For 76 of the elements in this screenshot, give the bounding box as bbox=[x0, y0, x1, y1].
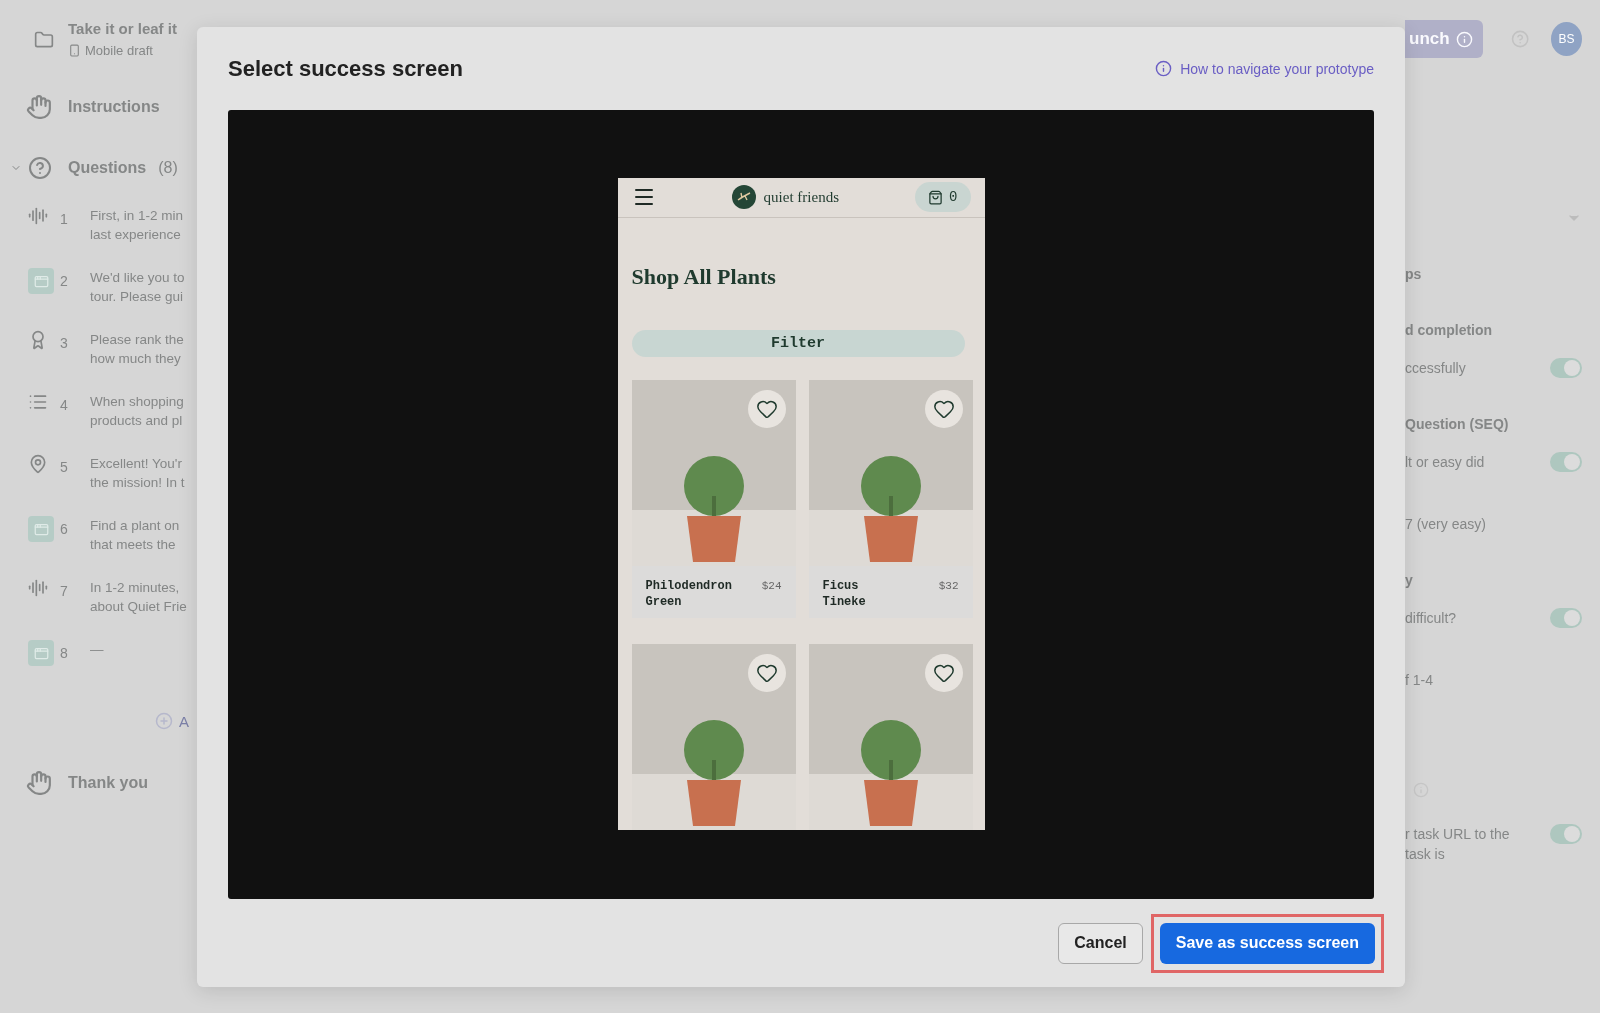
pin-icon bbox=[28, 454, 48, 474]
settings-heading: Question (SEQ) bbox=[1405, 415, 1509, 434]
question-text[interactable]: Excellent! You'r the mission! In t bbox=[90, 454, 197, 492]
settings-heading: ps bbox=[1405, 265, 1422, 284]
bag-icon bbox=[928, 189, 944, 205]
cancel-button[interactable]: Cancel bbox=[1058, 922, 1143, 964]
product-price: $32 bbox=[938, 579, 959, 594]
question-number: 3 bbox=[60, 335, 69, 351]
section-title[interactable]: Instructions bbox=[68, 98, 160, 116]
task-icon bbox=[28, 268, 54, 294]
question-text[interactable]: Find a plant on that meets the bbox=[90, 516, 197, 554]
question-text[interactable]: — bbox=[90, 640, 197, 659]
section-title[interactable]: Thank you bbox=[68, 774, 148, 792]
question-count: (8) bbox=[158, 159, 178, 177]
cart-button[interactable]: 0 bbox=[915, 182, 971, 213]
product-name: Philodendron Green bbox=[645, 578, 732, 611]
project-title: Take it or leaf it bbox=[68, 20, 177, 37]
toggle-switch[interactable] bbox=[1550, 824, 1582, 844]
waving-hand-icon bbox=[26, 94, 52, 120]
audio-icon bbox=[28, 578, 48, 598]
question-text[interactable]: First, in 1-2 min last experience bbox=[90, 206, 197, 244]
question-text[interactable]: We'd like you to tour. Please gui bbox=[90, 268, 197, 306]
favorite-button[interactable] bbox=[924, 654, 963, 692]
phone-icon bbox=[68, 44, 81, 57]
question-icon bbox=[28, 156, 52, 180]
question-number: 5 bbox=[60, 459, 69, 475]
question-number: 7 bbox=[60, 583, 69, 599]
dialog-title: Select success screen bbox=[228, 55, 463, 82]
folder-icon[interactable] bbox=[34, 30, 54, 50]
settings-label: lt or easy did bbox=[1405, 453, 1485, 472]
audio-icon bbox=[28, 206, 48, 226]
add-link[interactable]: A bbox=[179, 712, 189, 730]
question-number: 8 bbox=[60, 645, 69, 661]
settings-heading: y bbox=[1405, 571, 1413, 590]
heart-icon bbox=[932, 398, 955, 420]
task-icon bbox=[28, 640, 54, 666]
toggle-switch[interactable] bbox=[1550, 452, 1582, 472]
launch-button[interactable]: unch bbox=[1405, 20, 1483, 58]
draft-label: Mobile draft bbox=[85, 43, 153, 58]
settings-label: difficult? bbox=[1405, 609, 1457, 628]
waving-hand-icon bbox=[26, 770, 52, 796]
question-text[interactable]: Please rank the how much they bbox=[90, 330, 197, 368]
heart-icon bbox=[755, 398, 778, 420]
toggle-switch[interactable] bbox=[1550, 358, 1582, 378]
help-link[interactable]: How to navigate your prototype bbox=[1180, 60, 1374, 77]
page-heading: Shop All Plants bbox=[631, 263, 777, 290]
product-name: Ficus Tineke bbox=[822, 578, 866, 611]
question-text[interactable]: When shopping products and pl bbox=[90, 392, 197, 430]
heart-icon bbox=[932, 662, 955, 684]
info-icon bbox=[1155, 60, 1173, 77]
brand-name: quiet friends bbox=[763, 188, 839, 206]
favorite-button[interactable] bbox=[747, 390, 786, 428]
info-icon bbox=[1455, 30, 1473, 48]
product-price: $24 bbox=[761, 579, 782, 594]
add-icon[interactable] bbox=[155, 712, 173, 730]
settings-text: f 1-4 bbox=[1405, 671, 1433, 690]
list-icon bbox=[28, 392, 48, 412]
question-number: 2 bbox=[60, 273, 69, 289]
toggle-switch[interactable] bbox=[1550, 608, 1582, 628]
task-icon bbox=[28, 516, 54, 542]
favorite-button[interactable] bbox=[747, 654, 786, 692]
settings-label: ccessfully bbox=[1405, 359, 1466, 378]
question-number: 1 bbox=[60, 211, 69, 227]
filter-button[interactable]: Filter bbox=[631, 329, 965, 357]
question-number: 4 bbox=[60, 397, 69, 413]
settings-heading: d completion bbox=[1405, 321, 1493, 340]
settings-label: r task URL to the task is bbox=[1405, 825, 1510, 864]
leaf-logo-icon bbox=[731, 185, 756, 210]
question-number: 6 bbox=[60, 521, 69, 537]
heart-icon bbox=[755, 662, 778, 684]
favorite-button[interactable] bbox=[924, 390, 963, 428]
save-button[interactable]: Save as success screen bbox=[1159, 922, 1375, 964]
user-avatar[interactable]: BS bbox=[1550, 22, 1582, 56]
question-text[interactable]: In 1-2 minutes, about Quiet Frie bbox=[90, 578, 197, 616]
settings-text: 7 (very easy) bbox=[1405, 515, 1486, 534]
section-title[interactable]: Questions bbox=[68, 159, 147, 177]
